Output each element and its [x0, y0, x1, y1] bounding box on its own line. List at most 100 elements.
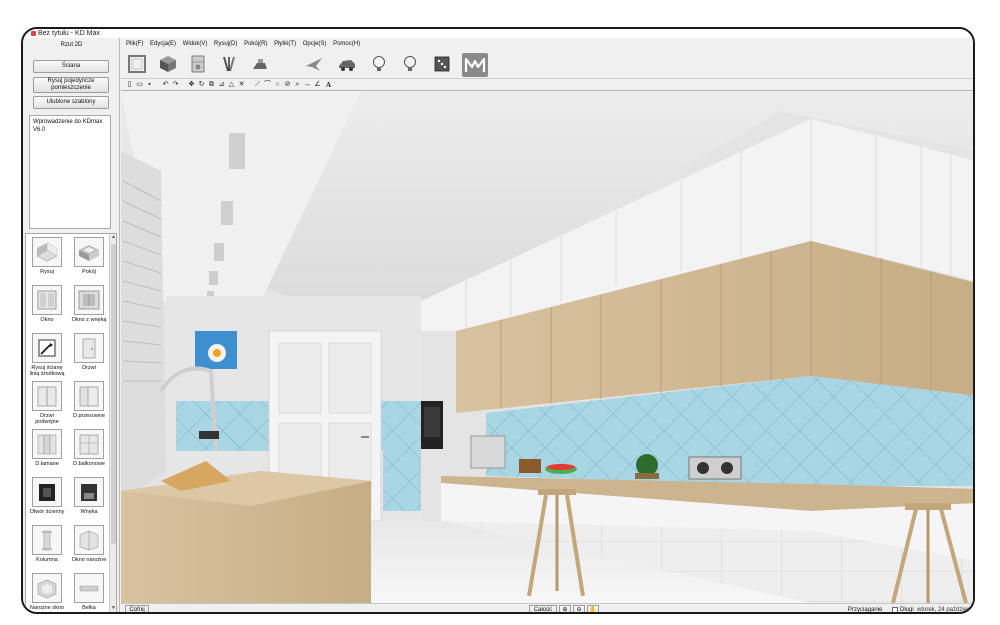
- zoom-out-icon[interactable]: ⊖: [573, 605, 585, 612]
- bird-render-icon[interactable]: [303, 53, 325, 75]
- menu-widok[interactable]: Widok(V): [183, 41, 208, 47]
- measure-icon[interactable]: ⌕: [293, 79, 302, 91]
- tool-label: Kolumna: [36, 557, 58, 563]
- menu-plik[interactable]: Plik(F): [126, 41, 143, 47]
- zoom-icon[interactable]: ⊘: [283, 79, 292, 91]
- length-label: Długi: [900, 607, 914, 613]
- tool-rysuj-sciane-linia[interactable]: Rysuj ścianę linią środkową: [28, 333, 66, 377]
- tool-label: Wnęka: [80, 509, 98, 515]
- tool-d-lamane[interactable]: D.łamane: [28, 429, 66, 467]
- undo-icon[interactable]: ↶: [161, 79, 170, 91]
- tool-belka[interactable]: Belka: [70, 573, 108, 611]
- menu-rysuj[interactable]: Rysuj(D): [214, 41, 237, 47]
- window-icon: [32, 285, 62, 315]
- corner-window-recess-icon: [32, 573, 62, 603]
- mirror-icon[interactable]: △: [227, 79, 236, 91]
- 3d-viewport[interactable]: [121, 91, 973, 603]
- new-file-icon[interactable]: ▯: [125, 79, 134, 91]
- scale-icon[interactable]: ⊿: [217, 79, 226, 91]
- tool-okno-z-wneka[interactable]: Okno z wnęką: [70, 285, 108, 323]
- column-icon: [32, 525, 62, 555]
- palette-scrollbar[interactable]: ▲ ▼: [109, 234, 116, 612]
- view-mode-label[interactable]: Rzut 2D: [23, 42, 120, 48]
- tool-label: D.łamane: [35, 461, 59, 467]
- tool-kolumna[interactable]: Kolumna: [28, 525, 66, 563]
- tool-otwor-scienny[interactable]: Otwór ścienny: [28, 477, 66, 515]
- tool-label: Okno narożne: [71, 557, 107, 563]
- menu-pomoc[interactable]: Pomoc(H): [333, 41, 360, 47]
- tool-d-przesuwne[interactable]: D.przesuwne: [70, 381, 108, 419]
- tool-label: Okno: [40, 317, 54, 323]
- delete-icon[interactable]: ✕: [237, 79, 246, 91]
- wall-button[interactable]: Ściana: [33, 60, 109, 73]
- box-3d-icon[interactable]: [157, 53, 179, 75]
- tool-label: Rysuj: [40, 269, 54, 275]
- line-icon[interactable]: ⟋: [253, 79, 262, 91]
- text-tool-icon[interactable]: A: [324, 79, 333, 91]
- snap-label: Przyciąganie: [848, 607, 883, 613]
- tool-okno-narozne[interactable]: Okno narożne: [70, 525, 108, 563]
- recess-icon: [74, 477, 104, 507]
- app-icon: [31, 30, 36, 36]
- tool-label: D.przesuwne: [72, 413, 106, 419]
- tools-icon[interactable]: [218, 53, 240, 75]
- intro-text: Wprowadzenie do KDmax V6.0: [33, 119, 103, 133]
- tool-pokoj[interactable]: Pokój: [70, 237, 108, 275]
- zoom-all-button[interactable]: Całość: [529, 605, 557, 612]
- double-door-icon: [32, 381, 62, 411]
- dimension-icon[interactable]: ↔: [303, 79, 312, 91]
- wall-opening-icon: [32, 477, 62, 507]
- draw-toolbar: ▯ ▭ ▪ ↶ ↷ ✥ ↻ ⧉ ⊿ △ ✕ ⟋ ⌒ ○ ⊘ ⌕ ↔ ∠ A: [121, 79, 973, 91]
- car-render-icon[interactable]: [336, 53, 358, 75]
- tool-wneka[interactable]: Wnęka: [70, 477, 108, 515]
- centerline-wall-icon: [32, 333, 62, 363]
- title-bar: Bez tytułu - KD Max: [23, 29, 973, 38]
- main-toolbar: [121, 50, 973, 79]
- save-icon[interactable]: ▪: [145, 79, 154, 91]
- room-icon: [74, 237, 104, 267]
- copy-icon[interactable]: ⧉: [207, 79, 216, 91]
- move-icon[interactable]: ✥: [187, 79, 196, 91]
- redo-icon[interactable]: ↷: [171, 79, 180, 91]
- tool-label: D.balkonowe: [73, 461, 105, 467]
- dice-icon[interactable]: [431, 53, 453, 75]
- undo-button[interactable]: Cofnij: [125, 605, 149, 612]
- menu-pokoj[interactable]: Pokój(R): [244, 41, 267, 47]
- left-panel: Rzut 2D Ściana Rysuj pojedyncze pomieszc…: [23, 38, 120, 612]
- iron-icon[interactable]: [249, 53, 271, 75]
- scroll-up-icon[interactable]: ▲: [110, 234, 116, 241]
- tool-drzwi-podwojne[interactable]: Drzwi podwójne: [28, 381, 66, 425]
- scroll-down-icon[interactable]: ▼: [110, 605, 116, 612]
- pan-hand-icon[interactable]: ✋: [587, 605, 599, 612]
- tool-drzwi[interactable]: Drzwi: [70, 333, 108, 371]
- zoom-in-icon[interactable]: ⊕: [559, 605, 571, 612]
- door-icon: [74, 333, 104, 363]
- app-window: Bez tytułu - KD Max Rzut 2D Ściana Rysuj…: [21, 27, 975, 614]
- window-recess-icon: [74, 285, 104, 315]
- cabinet-icon[interactable]: [187, 53, 209, 75]
- rotate-icon[interactable]: ↻: [197, 79, 206, 91]
- open-folder-icon[interactable]: ▭: [135, 79, 144, 91]
- kitchen-render: [121, 91, 973, 603]
- circle-icon[interactable]: ○: [273, 79, 282, 91]
- bulb-icon[interactable]: [399, 53, 421, 75]
- frame-icon[interactable]: [126, 53, 148, 75]
- tool-okno[interactable]: Okno: [28, 285, 66, 323]
- tool-label: Narożne okno z: [29, 605, 65, 612]
- favorite-templates-button[interactable]: Ulubione szablony: [33, 96, 109, 109]
- arc-icon[interactable]: ⌒: [263, 79, 272, 91]
- tool-palette: Rysuj Pokój Okno Okno z wnęką Rysuj ścia…: [25, 233, 117, 612]
- draw-single-room-button[interactable]: Rysuj pojedyncze pomieszczenie: [33, 77, 109, 93]
- tool-rysuj[interactable]: Rysuj: [28, 237, 66, 275]
- menu-plytki[interactable]: Płytki(T): [274, 41, 296, 47]
- tool-label: Belka: [82, 605, 96, 611]
- tool-d-balkonowe[interactable]: D.balkonowe: [70, 429, 108, 467]
- angle-icon[interactable]: ∠: [313, 79, 322, 91]
- kdmax-logo-icon[interactable]: [462, 53, 488, 77]
- menu-edycja[interactable]: Edycja(E): [150, 41, 176, 47]
- bulb-icon[interactable]: [368, 53, 390, 75]
- scroll-thumb[interactable]: [111, 244, 116, 544]
- menu-opcje[interactable]: Opcje(S): [303, 41, 327, 47]
- tool-narozne-okno-z[interactable]: Narożne okno z: [28, 573, 66, 612]
- length-checkbox[interactable]: [892, 607, 898, 612]
